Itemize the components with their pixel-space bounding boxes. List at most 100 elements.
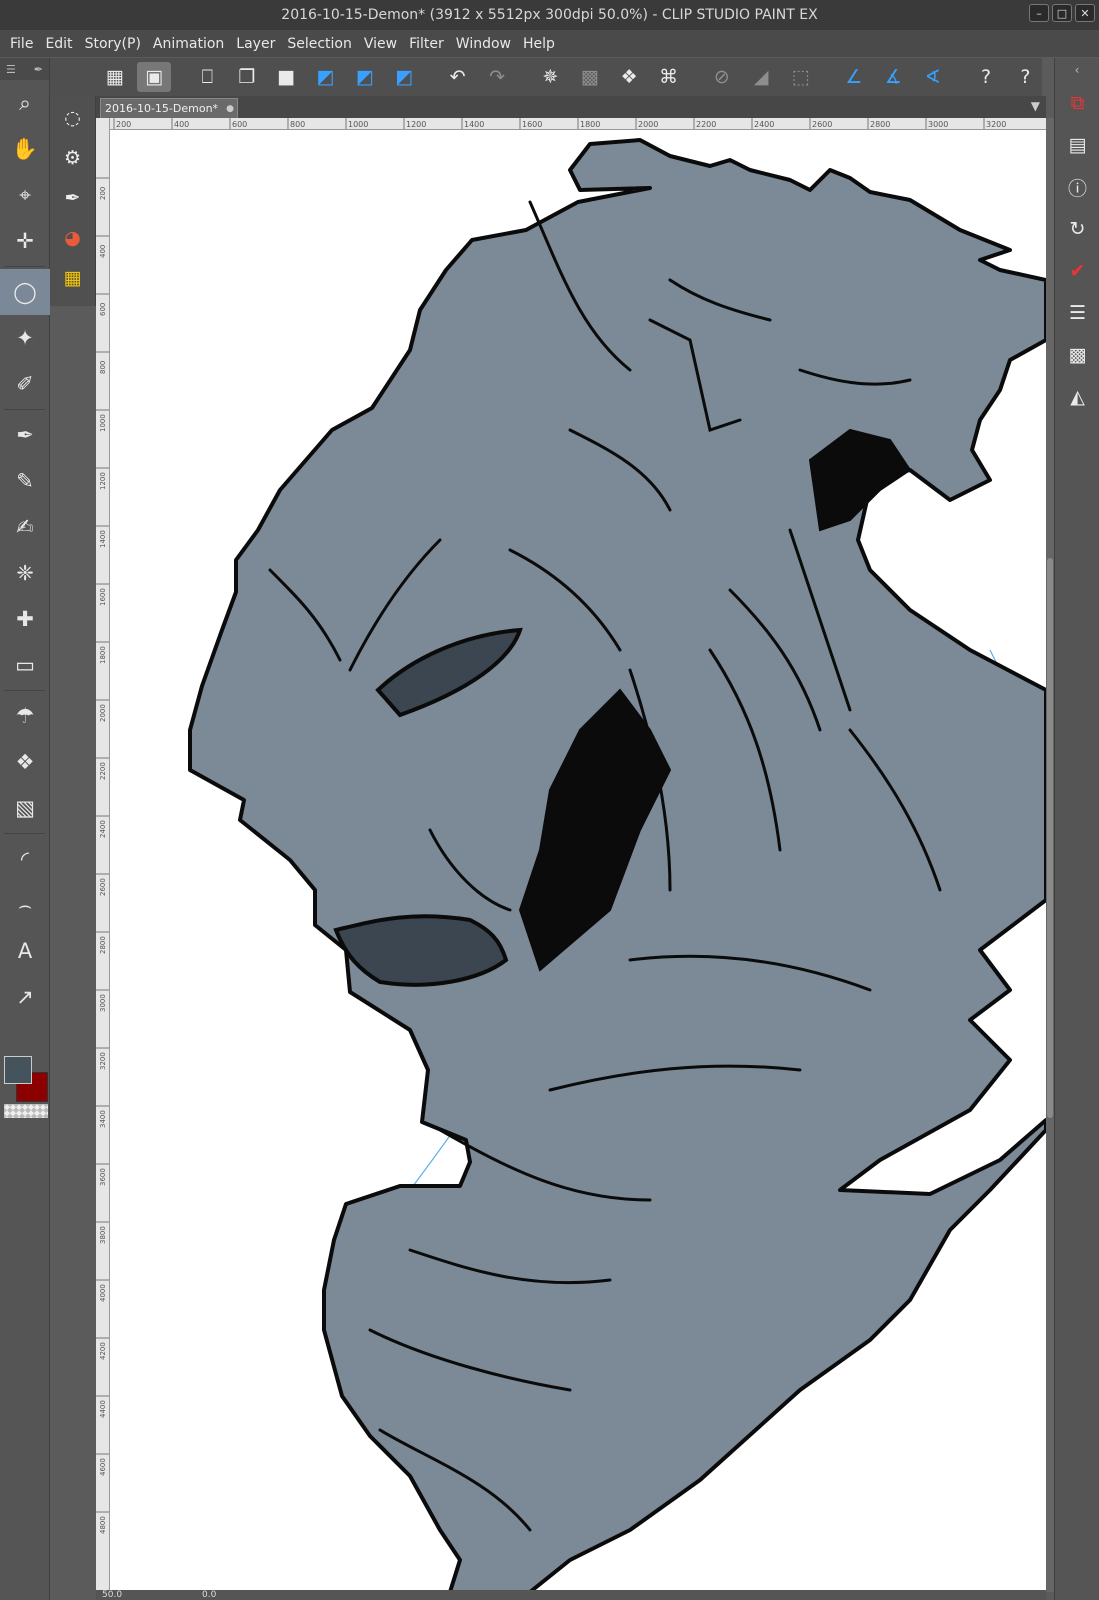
close-button[interactable]: ✕	[1075, 4, 1095, 22]
clear-icon[interactable]: ⊘	[705, 62, 738, 92]
text-icon[interactable]: A	[0, 928, 50, 974]
new-file-icon[interactable]: ⎕	[191, 62, 224, 92]
ruler-snap-icon-2[interactable]: ∡	[877, 62, 910, 92]
minimize-button[interactable]: –	[1029, 4, 1049, 22]
transform-box-icon[interactable]: ▩	[573, 62, 606, 92]
select-blue-icon-2[interactable]: ◩	[348, 62, 381, 92]
redo-icon[interactable]: ↷	[480, 62, 513, 92]
document-tab-bar: 2016-10-15-Demon* ● ▼	[96, 96, 1046, 118]
help-icon[interactable]: ?	[969, 62, 1002, 92]
gear-icon[interactable]: ⚙	[54, 140, 92, 176]
undo-icon[interactable]: ↶	[441, 62, 474, 92]
menu-selection[interactable]: Selection	[281, 36, 358, 52]
menu-filter[interactable]: Filter	[403, 36, 450, 52]
curve-icon[interactable]: ⌢	[0, 882, 50, 928]
sub-tool-palette: ◌ ⚙ ✒ ◕ ▦	[50, 96, 96, 306]
collapse-arrow-icon[interactable]: ‹	[1055, 58, 1099, 82]
menu-layer[interactable]: Layer	[230, 36, 281, 52]
color-set-icon[interactable]: ▦	[54, 260, 92, 296]
ruler-label: 3000	[928, 120, 948, 129]
ruler-label: 4200	[99, 1342, 107, 1360]
zoom-readout[interactable]: 50.0	[102, 1590, 122, 1600]
lasso-subtool-icon[interactable]: ◌	[54, 100, 92, 136]
blend-icon[interactable]: ☂	[0, 693, 50, 739]
tool-list: ⌕ ✋ ⌖ ✛ ◯ ✦ ✐ ✒ ✎ ✍ ❈ ✚ ▭ ☂ ❖ ▧ ◜ ⌢ A ↗	[0, 80, 50, 1020]
ruler-label: 800	[290, 120, 305, 129]
hand-icon[interactable]: ✋	[0, 126, 50, 172]
lasso-selection-icon[interactable]: ◯	[0, 269, 50, 315]
ruler-label: 1200	[406, 120, 426, 129]
brush-icon[interactable]: ✍	[0, 504, 50, 550]
select-blue-icon[interactable]: ◩	[309, 62, 342, 92]
menu-edit[interactable]: Edit	[39, 36, 78, 52]
menu-view[interactable]: View	[358, 36, 403, 52]
canvas-view-icon[interactable]: ▣	[137, 62, 171, 92]
decoration-icon[interactable]: ✚	[0, 596, 50, 642]
grid-icon[interactable]: ▦	[98, 62, 131, 92]
ruler-label: 1200	[99, 472, 107, 490]
fill-bucket-icon[interactable]: ❖	[612, 62, 645, 92]
menu-help[interactable]: Help	[517, 36, 561, 52]
tool-separator	[4, 833, 45, 834]
status-bar: 50.0 0.0	[96, 1590, 1046, 1600]
tab-close-icon[interactable]: ●	[226, 104, 234, 114]
ruler-label: 1000	[99, 414, 107, 432]
correct-line-icon[interactable]: ↗	[0, 974, 50, 1020]
move-layer-icon[interactable]: ✛	[0, 218, 50, 264]
menu-animation[interactable]: Animation	[147, 36, 230, 52]
menu-file[interactable]: File	[4, 36, 39, 52]
command-bar: ▦ ▣ ⎕ ❐ ■ ◩ ◩ ◩ ↶ ↷ ✵ ▩ ❖ ⌘ ⊘ ◢ ⬚ ∠ ∡ ∢ …	[50, 58, 1042, 96]
check-icon[interactable]: ✔	[1055, 250, 1099, 292]
main-color-swatch[interactable]	[4, 1056, 32, 1084]
menu-story[interactable]: Story(P)	[79, 36, 147, 52]
tool-separator	[4, 690, 45, 691]
info-icon[interactable]: ⓘ	[1055, 166, 1099, 208]
layers-icon[interactable]: ☰	[1055, 292, 1099, 334]
navigator-icon[interactable]: ◭	[1055, 376, 1099, 418]
ruler-snap-icon[interactable]: ∠	[837, 62, 870, 92]
auto-select-icon[interactable]: ✦	[0, 315, 50, 361]
eyedropper-icon[interactable]: ✐	[0, 361, 50, 407]
ruler-left: 200 400 600 800 1000 1200 1400 1600 1800 2000 2200…	[96, 118, 110, 1592]
ruler-snap-icon-3[interactable]: ∢	[916, 62, 949, 92]
color-wheel-icon[interactable]: ◕	[54, 220, 92, 256]
pen-icon[interactable]: ✒	[0, 412, 50, 458]
zoom-icon[interactable]: ⌕	[0, 80, 50, 126]
fill-icon[interactable]: ❖	[0, 739, 50, 785]
right-panel-list: ⧉ ▤ ⓘ ↻ ✔ ☰ ▩ ◭	[1055, 82, 1099, 418]
layer-stack-icon[interactable]: ▤	[1055, 124, 1099, 166]
select-all-icon[interactable]: ⬚	[784, 62, 817, 92]
gradient-icon[interactable]: ▧	[0, 785, 50, 831]
sync-icon[interactable]: ↻	[1055, 208, 1099, 250]
pen-property-icon[interactable]: ✒	[54, 180, 92, 216]
ruler-label: 2200	[99, 762, 107, 780]
select-blue-icon-3[interactable]: ◩	[388, 62, 421, 92]
free-transform-icon[interactable]: ⌘	[652, 62, 685, 92]
scroll-thumb[interactable]	[1047, 558, 1053, 1118]
layer-property-icon[interactable]: ⧉	[1055, 82, 1099, 124]
ruler-label: 3800	[99, 1226, 107, 1244]
eraser-icon[interactable]: ▭	[0, 642, 50, 688]
pencil-icon[interactable]: ✎	[0, 458, 50, 504]
vertical-scrollbar[interactable]	[1046, 118, 1054, 1592]
clapper-icon[interactable]: ▩	[1055, 334, 1099, 376]
ruler-label: 800	[99, 361, 107, 374]
airbrush-icon[interactable]: ❈	[0, 550, 50, 596]
tool-separator	[4, 409, 45, 410]
canvas[interactable]	[110, 130, 1046, 1592]
transform-dots-icon[interactable]: ✵	[534, 62, 567, 92]
maximize-button[interactable]: □	[1052, 4, 1072, 22]
transparent-color-swatch[interactable]	[4, 1104, 48, 1118]
save-icon[interactable]: ■	[269, 62, 302, 92]
operation-icon[interactable]: ⌖	[0, 172, 50, 218]
tab-dropdown-icon[interactable]: ▼	[1031, 99, 1040, 113]
ruler-label: 2400	[754, 120, 774, 129]
document-tab[interactable]: 2016-10-15-Demon* ●	[100, 98, 238, 118]
open-folder-icon[interactable]: ❐	[230, 62, 263, 92]
help-icon-2[interactable]: ?	[1009, 62, 1042, 92]
angle-readout[interactable]: 0.0	[202, 1590, 216, 1600]
menu-grip-icon[interactable]: ☰	[6, 63, 16, 76]
figure-icon[interactable]: ◜	[0, 836, 50, 882]
menu-window[interactable]: Window	[450, 36, 517, 52]
fill-selection-icon[interactable]: ◢	[745, 62, 778, 92]
